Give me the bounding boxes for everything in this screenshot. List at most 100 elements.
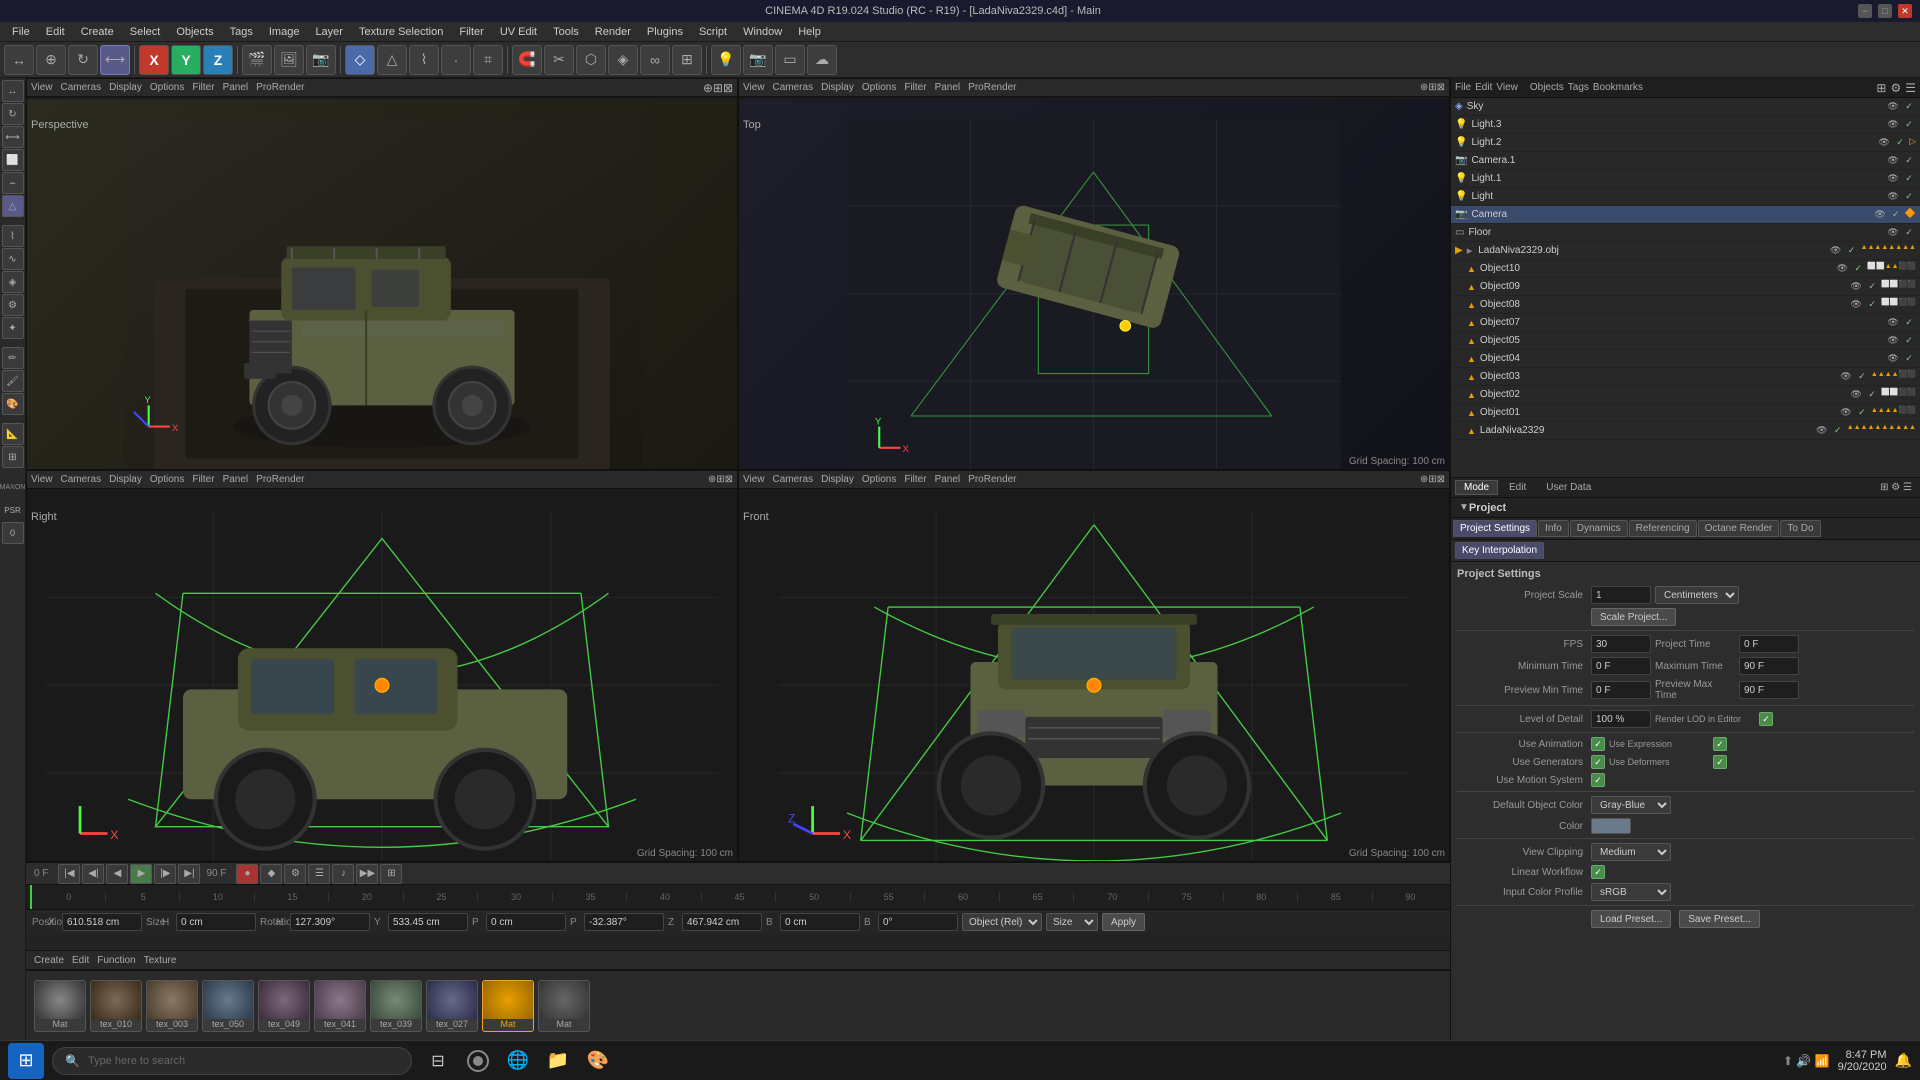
prop-color-swatch[interactable] (1591, 818, 1631, 834)
mode-tab-mode[interactable]: Mode (1455, 480, 1498, 495)
tool-paint[interactable]: 🎨 (2, 393, 24, 415)
tool-select-lasso[interactable]: ⌢ (2, 172, 24, 194)
prop-scale-input[interactable] (1591, 586, 1651, 604)
taskbar-app-c4d[interactable]: 🎨 (580, 1043, 616, 1079)
taskbar-app-taskview[interactable]: ⊟ (420, 1043, 456, 1079)
tool-gen[interactable]: ⚙ (2, 294, 24, 316)
timeline-more[interactable]: ☰ (308, 864, 330, 884)
obj-object07-vis[interactable]: 👁 (1886, 316, 1900, 330)
y-input[interactable] (388, 913, 468, 931)
obj-ladaniva-sub-vis[interactable]: 👁 (1815, 424, 1829, 438)
material-slot-1[interactable]: tex_010 (90, 980, 142, 1032)
obj-object10-check[interactable]: ✓ (1851, 262, 1865, 276)
vp-right-view[interactable]: View (31, 474, 53, 485)
tool-select-rect[interactable]: ⬜ (2, 149, 24, 171)
obj-floor-check[interactable]: ✓ (1902, 226, 1916, 240)
toolbar-render-all[interactable]: 📷 (306, 45, 336, 75)
tool-psr[interactable]: PSR (2, 499, 24, 521)
toolbar-camera-tool[interactable]: 📷 (743, 45, 773, 75)
obj-ladaniva-check[interactable]: ✓ (1845, 244, 1859, 258)
obj-object02[interactable]: ▲ Object02 👁 ✓ ⬜⬜⬛⬛ (1451, 386, 1920, 404)
obj-light[interactable]: 💡 Light 👁 ✓ (1451, 188, 1920, 206)
mat-texture[interactable]: Texture (144, 955, 177, 966)
prop-tab-referencing[interactable]: Referencing (1629, 520, 1697, 537)
vp-top-view[interactable]: View (743, 82, 765, 93)
prop-fps-input[interactable] (1591, 635, 1651, 653)
obj-ladaniva[interactable]: ▲ LadaNiva2329 👁 ✓ ▲▲▲▲▲▲▲▲▲▲ (1451, 422, 1920, 440)
timeline-goto-start[interactable]: |◀ (58, 864, 80, 884)
vp-right-display[interactable]: Display (109, 474, 142, 485)
tool-arrange[interactable]: ⊞ (2, 446, 24, 468)
timeline-settings[interactable]: ⚙ (284, 864, 306, 884)
timeline-goto-end[interactable]: ▶| (178, 864, 200, 884)
material-slot-4[interactable]: tex_049 (258, 980, 310, 1032)
obj-object08-check[interactable]: ✓ (1865, 298, 1879, 312)
load-preset-button[interactable]: Load Preset... (1591, 910, 1671, 928)
tray-notif[interactable]: 🔔 (1895, 1052, 1912, 1069)
obj-object09-vis[interactable]: 👁 (1849, 280, 1863, 294)
menu-window[interactable]: Window (735, 24, 790, 40)
prop-renderlod-check[interactable]: ✓ (1759, 712, 1773, 726)
obj-object05[interactable]: ▲ Object05 👁 ✓ (1451, 332, 1920, 350)
obj-light1-check[interactable]: ✓ (1902, 172, 1916, 186)
vp-perspective-filter[interactable]: Filter (192, 82, 214, 93)
obj-light2-vis[interactable]: 👁 (1877, 136, 1891, 150)
obj-object10[interactable]: ▲ Object10 👁 ✓ ⬜⬜▲▲⬛⬛ (1451, 260, 1920, 278)
vp-top-cameras[interactable]: Cameras (773, 82, 814, 93)
z-input[interactable] (682, 913, 762, 931)
obj-light3-vis[interactable]: 👁 (1886, 118, 1900, 132)
mode-tab-userdata[interactable]: User Data (1537, 480, 1600, 495)
obj-floor-vis[interactable]: 👁 (1886, 226, 1900, 240)
obj-camera-check[interactable]: ✓ (1889, 208, 1903, 222)
minimize-button[interactable]: − (1858, 4, 1872, 18)
mode-tab-edit[interactable]: Edit (1500, 480, 1535, 495)
obj-object02-vis[interactable]: 👁 (1849, 388, 1863, 402)
timeline-key[interactable]: ◆ (260, 864, 282, 884)
obj-object05-vis[interactable]: 👁 (1886, 334, 1900, 348)
obj-object07[interactable]: ▲ Object07 👁 ✓ (1451, 314, 1920, 332)
timeline-play[interactable]: ▶ (130, 864, 152, 884)
toolbar-render-region[interactable]: 🖼 (274, 45, 304, 75)
obj-camera1-vis[interactable]: 👁 (1886, 154, 1900, 168)
obj-object04-vis[interactable]: 👁 (1886, 352, 1900, 366)
rp-collapse[interactable]: ⊞ (1876, 81, 1886, 95)
menu-uv-edit[interactable]: UV Edit (492, 24, 545, 40)
menu-file[interactable]: File (4, 24, 38, 40)
material-slot-2[interactable]: tex_003 (146, 980, 198, 1032)
prop-viewclip-select[interactable]: Medium Small Large (1591, 843, 1671, 861)
toolbar-bevel[interactable]: ◈ (608, 45, 638, 75)
toolbar-move[interactable]: ↔ (4, 45, 34, 75)
obj-floor[interactable]: ▭ Floor 👁 ✓ (1451, 224, 1920, 242)
obj-object09-check[interactable]: ✓ (1865, 280, 1879, 294)
vp-perspective-panel[interactable]: Panel (223, 82, 249, 93)
rp-objects-tab[interactable]: Objects (1530, 82, 1564, 93)
material-slot-5[interactable]: tex_041 (314, 980, 366, 1032)
taskbar-search-box[interactable]: 🔍 Type here to search (52, 1047, 412, 1075)
material-slot-0[interactable]: Mat (34, 980, 86, 1032)
tool-measure[interactable]: 📐 (2, 423, 24, 445)
vp-perspective-view[interactable]: View (31, 82, 53, 93)
x-input[interactable] (62, 913, 142, 931)
prop-tab-todo[interactable]: To Do (1780, 520, 1820, 537)
prop-tab-key-interp[interactable]: Key Interpolation (1455, 542, 1544, 559)
obj-ladaniva-sub-check[interactable]: ✓ (1831, 424, 1845, 438)
timeline-rec[interactable]: ● (236, 864, 258, 884)
timeline-step-back[interactable]: ◀| (82, 864, 104, 884)
vp-top-options[interactable]: Options (862, 82, 896, 93)
timeline-extra[interactable]: ⊞ (380, 864, 402, 884)
save-preset-button[interactable]: Save Preset... (1679, 910, 1760, 928)
toolbar-loop-sel[interactable]: ∞ (640, 45, 670, 75)
vp-perspective-icons[interactable]: ⊕⊞⊠ (703, 81, 733, 95)
vp-front-cameras[interactable]: Cameras (773, 474, 814, 485)
menu-filter[interactable]: Filter (451, 24, 491, 40)
menu-objects[interactable]: Objects (168, 24, 221, 40)
toolbar-magnet[interactable]: 🧲 (512, 45, 542, 75)
obj-object01-check[interactable]: ✓ (1855, 406, 1869, 420)
vp-front-filter[interactable]: Filter (904, 474, 926, 485)
rp-view-menu[interactable]: View (1496, 82, 1518, 93)
size-b-input[interactable] (780, 913, 860, 931)
tool-pen[interactable]: ✏ (2, 347, 24, 369)
taskbar-app-explorer[interactable]: 📁 (540, 1043, 576, 1079)
material-slot-7[interactable]: tex_027 (426, 980, 478, 1032)
rot-b-input[interactable] (878, 913, 958, 931)
